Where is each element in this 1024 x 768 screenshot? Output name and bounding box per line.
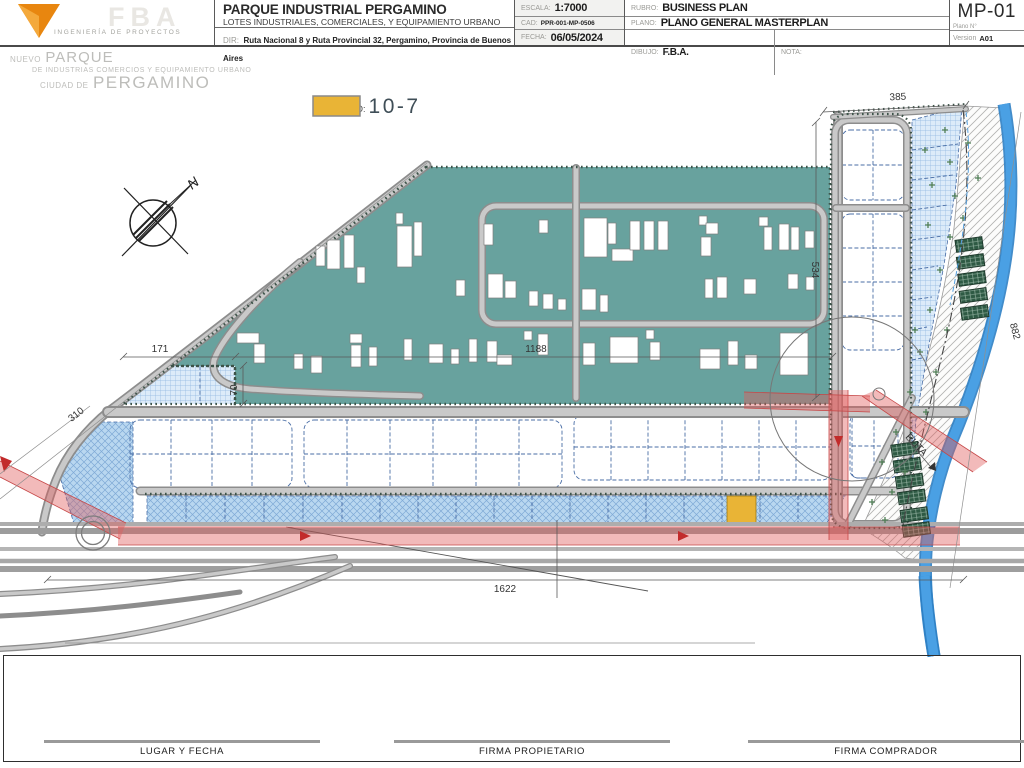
dimension-1188: 1188 bbox=[525, 344, 547, 355]
watermark-line1-small: NUEVO bbox=[10, 55, 41, 64]
dir-label: DIR: bbox=[223, 36, 239, 45]
dimension-534: 534 bbox=[809, 262, 820, 279]
rubro-label: RUBRO: bbox=[631, 4, 659, 12]
signature-buyer: FIRMA COMPRADOR bbox=[748, 740, 1024, 757]
version-label: Version bbox=[953, 35, 977, 42]
signature-line bbox=[394, 740, 670, 743]
project-watermark: NUEVO PARQUE DE INDUSTRIAS COMERCIOS Y E… bbox=[10, 50, 251, 93]
signature-place-date: LUGAR Y FECHA bbox=[44, 740, 320, 757]
sheet-number-cell: MP-01 Plano N° Version A01 bbox=[950, 0, 1024, 45]
watermark-line3-small: CIUDAD DE bbox=[40, 81, 89, 91]
lot-legend: LOTE NRO: 10-7 bbox=[312, 95, 421, 118]
signature-line bbox=[44, 740, 320, 743]
project-title-cell: PARQUE INDUSTRIAL PERGAMINO LOTES INDUST… bbox=[215, 0, 515, 63]
project-subtitle: LOTES INDUSTRIALES, COMERCIALES, Y EQUIP… bbox=[223, 17, 501, 27]
plano-label: PLANO: bbox=[631, 19, 657, 27]
signature-line bbox=[748, 740, 1024, 743]
sheet-number: MP-01 bbox=[957, 1, 1016, 22]
logo-cell: FBA INGENIERÍA DE PROYECTOS bbox=[0, 0, 215, 45]
escala-label: ESCALA: bbox=[521, 4, 551, 12]
dibujo-value: F.B.A. bbox=[662, 47, 689, 58]
watermark-line3-big: PERGAMINO bbox=[92, 73, 211, 93]
company-logo-icon bbox=[18, 4, 60, 38]
compass-rose: N bbox=[121, 173, 203, 257]
buyer-label: FIRMA COMPRADOR bbox=[834, 746, 938, 757]
escala-value: 1:7000 bbox=[554, 2, 588, 14]
highlighted-lot-10-7 bbox=[726, 495, 757, 525]
plan-meta-cell: RUBRO: BUSINESS PLAN PLANO: PLANO GENERA… bbox=[625, 0, 950, 75]
project-title: PARQUE INDUSTRIAL PERGAMINO bbox=[223, 2, 447, 17]
dimension-1622: 1622 bbox=[494, 584, 517, 595]
lot-color-swatch bbox=[312, 95, 361, 117]
sheet-label: Plano N° bbox=[953, 24, 977, 30]
fecha-label: FECHA: bbox=[521, 34, 547, 41]
dimension-882: 882 bbox=[1007, 322, 1022, 341]
signature-box: LUGAR Y FECHA FIRMA PROPIETARIO FIRMA CO… bbox=[3, 655, 1024, 762]
signature-owner: FIRMA PROPIETARIO bbox=[394, 740, 670, 757]
cad-value: PPR-001-MP-0506 bbox=[540, 19, 595, 27]
rubro-value: BUSINESS PLAN bbox=[662, 2, 748, 14]
scale-meta-cell: ESCALA: 1:7000 CAD: PPR-001-MP-0506 FECH… bbox=[515, 0, 625, 45]
title-block: FBA INGENIERÍA DE PROYECTOS PARQUE INDUS… bbox=[0, 0, 1024, 75]
version-value: A01 bbox=[979, 34, 994, 43]
legend-lot-number: 10-7 bbox=[368, 95, 421, 118]
dimension-385: 385 bbox=[889, 92, 907, 104]
watermark-line1-big: PARQUE bbox=[45, 49, 114, 66]
dibujo-label: DIBUJO: bbox=[631, 49, 659, 56]
plano-value: PLANO GENERAL MASTERPLAN bbox=[660, 17, 829, 29]
dimension-171: 171 bbox=[152, 344, 169, 355]
nota-label: NOTA: bbox=[781, 49, 802, 56]
cad-label: CAD: bbox=[521, 19, 538, 27]
owner-label: FIRMA PROPIETARIO bbox=[478, 746, 586, 757]
logo-subtitle: INGENIERÍA DE PROYECTOS bbox=[54, 29, 182, 36]
place-date-label: LUGAR Y FECHA bbox=[140, 746, 224, 757]
plan-sheet: 385 534 882 171 1188 70 310 1622 RUTA N bbox=[0, 0, 1024, 768]
river-lower bbox=[918, 575, 941, 657]
dimension-70: 70 bbox=[229, 384, 240, 396]
fecha-value: 06/05/2024 bbox=[550, 31, 603, 44]
masterplan-drawing: 385 534 882 171 1188 70 310 1622 RUTA N bbox=[0, 92, 1024, 658]
